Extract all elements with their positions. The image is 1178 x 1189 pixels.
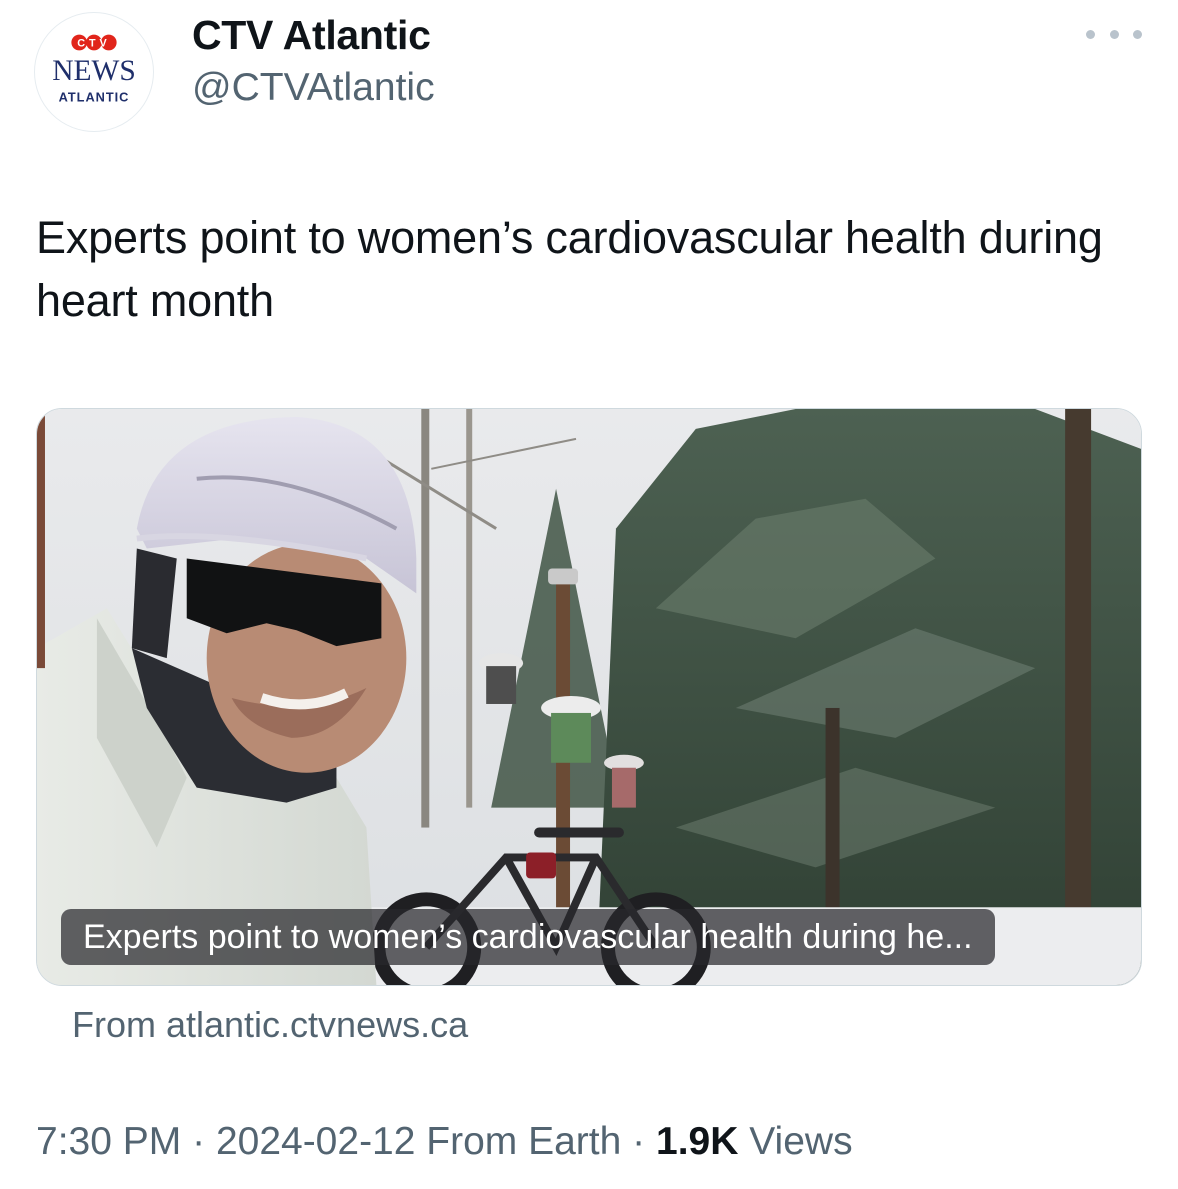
more-horizontal-icon bbox=[1109, 29, 1119, 39]
logo-brand-sub: ATLANTIC bbox=[59, 90, 130, 105]
more-options-button[interactable] bbox=[1086, 22, 1142, 46]
card-image bbox=[37, 409, 1141, 985]
tweet-location: From Earth bbox=[426, 1120, 622, 1163]
meta-separator: · bbox=[192, 1120, 206, 1163]
tweet-text: Experts point to women’s cardiovascular … bbox=[36, 212, 1103, 326]
views-count[interactable]: 1.9K bbox=[656, 1120, 738, 1163]
author-display-name[interactable]: CTV Atlantic bbox=[192, 12, 431, 59]
card-caption: Experts point to women’s cardiovascular … bbox=[61, 909, 995, 965]
tweet-time[interactable]: 7:30 PM bbox=[36, 1120, 181, 1163]
ctv-news-atlantic-logo: CTV NEWS ATLANTIC bbox=[52, 34, 136, 105]
more-horizontal-icon bbox=[1086, 29, 1095, 39]
tweet-meta: 7:30 PM · 2024-02-12 From Earth · 1.9K V… bbox=[36, 1120, 853, 1164]
logo-brand-top: CTV bbox=[77, 37, 110, 49]
more-horizontal-icon bbox=[1133, 29, 1142, 39]
views-label: Views bbox=[749, 1120, 853, 1163]
tweet-date[interactable]: 2024-02-12 bbox=[216, 1120, 416, 1163]
tweet-view: CTV NEWS ATLANTIC CTV Atlantic @CTVAtlan… bbox=[0, 0, 1178, 1189]
author-avatar[interactable]: CTV NEWS ATLANTIC bbox=[34, 12, 154, 132]
link-card[interactable]: Experts point to women’s cardiovascular … bbox=[36, 408, 1142, 986]
meta-separator: · bbox=[632, 1120, 646, 1163]
logo-brand-main: NEWS bbox=[52, 55, 136, 87]
author-handle[interactable]: @CTVAtlantic bbox=[192, 66, 435, 110]
card-source-link[interactable]: From atlantic.ctvnews.ca bbox=[72, 1004, 468, 1046]
